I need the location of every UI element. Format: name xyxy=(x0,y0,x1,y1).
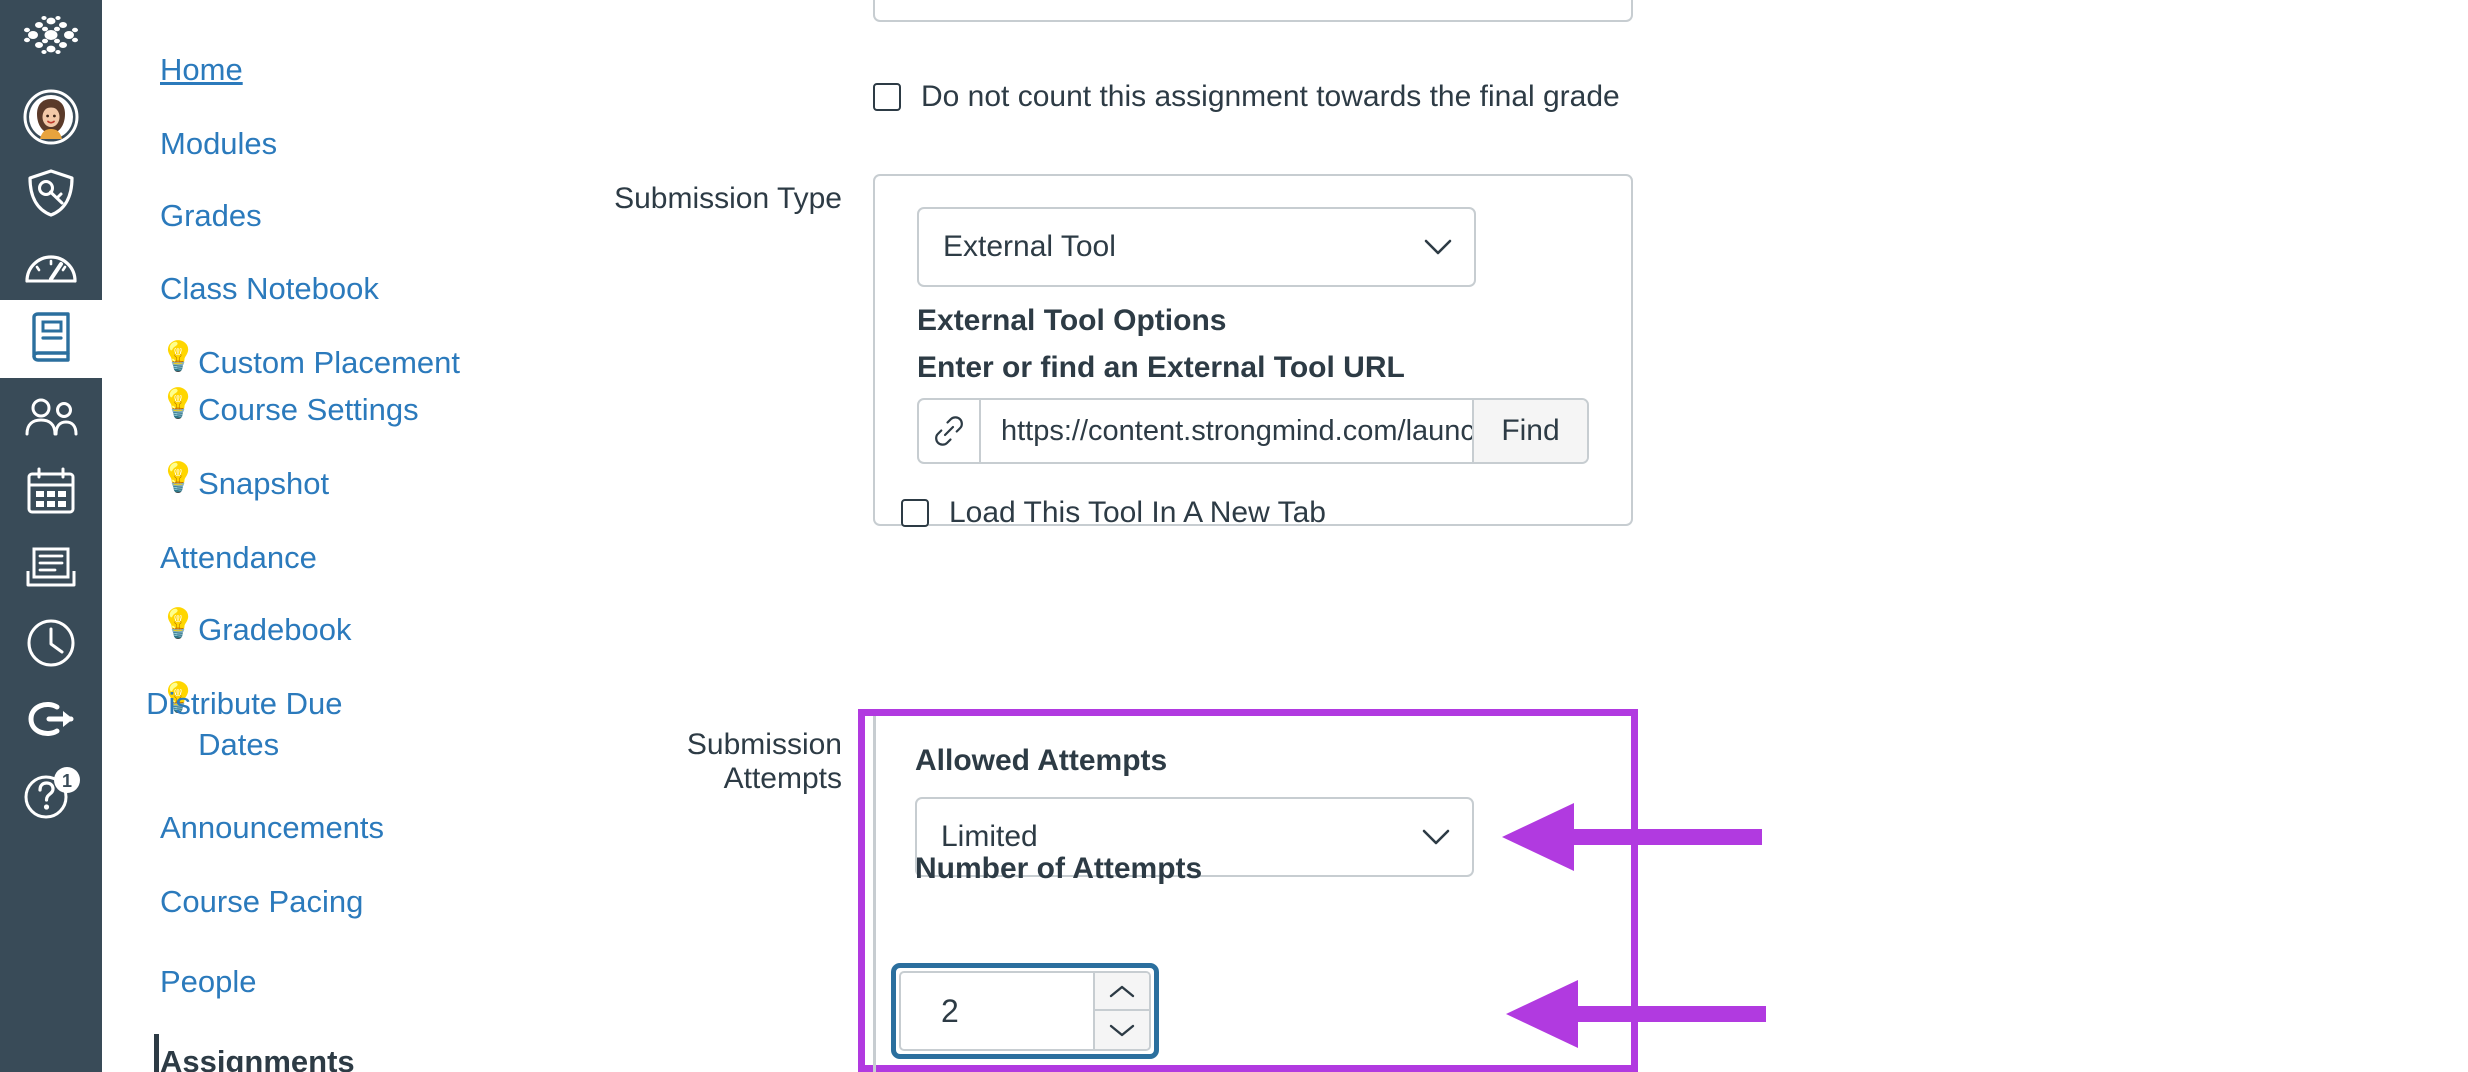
submission-type-value: External Tool xyxy=(943,230,1116,263)
link-icon-cell xyxy=(919,400,981,462)
chevron-down-icon xyxy=(1109,1024,1135,1036)
sidebar-item-label: People xyxy=(160,964,257,999)
submission-type-label: Submission Type xyxy=(614,182,842,215)
spinner-controls xyxy=(1093,973,1149,1049)
sidebar-item-label: Custom Placement xyxy=(198,345,460,380)
sidebar-item-label: Gradebook xyxy=(198,612,352,647)
inbox-icon xyxy=(26,547,76,587)
assignment-edit-form: Do not count this assignment towards the… xyxy=(542,0,2468,1072)
omit-from-final-grade-row[interactable]: Do not count this assignment towards the… xyxy=(873,80,1620,114)
global-nav-item-courses[interactable] xyxy=(0,300,102,378)
sidebar-item-label: Class Notebook xyxy=(160,271,379,306)
help-question-icon: 1 xyxy=(24,767,80,819)
course-navigation: Home Modules Grades Class Notebook 💡 Cus… xyxy=(102,0,542,1072)
sidebar-item-label: Grades xyxy=(160,198,262,233)
global-nav-item-help[interactable]: 1 xyxy=(0,756,102,834)
global-nav-item-inbox[interactable] xyxy=(0,528,102,606)
allowed-attempts-heading: Allowed Attempts xyxy=(915,744,1168,777)
help-badge-count: 1 xyxy=(62,771,72,791)
history-clock-icon xyxy=(27,619,75,667)
external-tool-url-group: https://content.strongmind.com/launc Fin… xyxy=(917,398,1589,464)
sidebar-item-announcements[interactable]: Announcements xyxy=(102,808,542,849)
sidebar-item-label: Course Pacing xyxy=(160,884,364,919)
calendar-icon xyxy=(27,467,75,514)
screenshot-root: 1 Home Modules Grades Class Notebook 💡 C… xyxy=(0,0,2468,1072)
global-nav-item-admin[interactable] xyxy=(0,154,102,232)
lightbulb-icon: 💡 xyxy=(160,608,197,640)
groups-people-icon xyxy=(25,398,78,436)
canvas-logo-icon xyxy=(24,16,78,54)
points-field-partial[interactable] xyxy=(873,0,1633,22)
sidebar-item-label: Snapshot xyxy=(198,466,330,501)
chevron-down-icon xyxy=(1422,829,1450,845)
chevron-up-icon xyxy=(1109,985,1135,997)
sidebar-item-course-settings[interactable]: 💡 Course Settings xyxy=(102,390,542,431)
omit-from-final-grade-label: Do not count this assignment towards the… xyxy=(921,80,1620,113)
sidebar-item-snapshot[interactable]: 💡 Snapshot xyxy=(102,464,542,505)
callout-arrow-number-of-attempts xyxy=(1506,980,1766,1048)
external-tool-url-heading: Enter or find an External Tool URL xyxy=(917,351,1405,384)
submission-type-panel: External Tool External Tool Options Ente… xyxy=(873,174,1633,529)
spinner-increment[interactable] xyxy=(1095,973,1149,1011)
sidebar-item-modules[interactable]: Modules xyxy=(102,124,542,165)
number-of-attempts-value[interactable]: 2 xyxy=(901,973,1093,1049)
sidebar-item-label: Distribute Due Dates xyxy=(146,686,343,762)
callout-arrow-allowed-attempts xyxy=(1502,803,1762,871)
global-nav-item-history[interactable] xyxy=(0,604,102,682)
global-nav-item-canvas-logo[interactable] xyxy=(0,0,102,74)
global-nav-item-account[interactable] xyxy=(0,78,102,156)
number-of-attempts-spinner[interactable]: 2 xyxy=(891,963,1159,1059)
external-tool-options-heading: External Tool Options xyxy=(917,304,1227,337)
admin-shield-icon xyxy=(28,169,74,217)
load-in-new-tab-checkbox[interactable] xyxy=(901,499,929,527)
new-tab-row[interactable]: Load This Tool In A New Tab xyxy=(901,496,1326,530)
global-navigation: 1 xyxy=(0,0,102,1072)
sidebar-item-grades[interactable]: Grades xyxy=(102,196,542,237)
omit-from-final-grade-checkbox[interactable] xyxy=(873,83,901,111)
submission-type-select[interactable]: External Tool xyxy=(917,207,1476,287)
lightbulb-icon: 💡 xyxy=(160,341,197,373)
spinner-decrement[interactable] xyxy=(1095,1011,1149,1049)
sidebar-item-label: Announcements xyxy=(160,810,385,845)
sidebar-item-gradebook[interactable]: 💡 Gradebook xyxy=(102,610,542,651)
sidebar-item-attendance[interactable]: Attendance xyxy=(102,538,542,579)
sidebar-item-people[interactable]: People xyxy=(102,962,542,1003)
commons-icon xyxy=(28,702,74,736)
sidebar-item-course-pacing[interactable]: Course Pacing xyxy=(102,882,542,923)
sidebar-item-custom-placement[interactable]: 💡 Custom Placement xyxy=(102,343,542,384)
sidebar-item-home[interactable]: Home xyxy=(102,50,542,91)
number-of-attempts-heading: Number of Attempts xyxy=(915,852,1203,885)
chevron-down-icon xyxy=(1424,239,1452,255)
allowed-attempts-value: Limited xyxy=(941,820,1038,853)
sidebar-item-label: Course Settings xyxy=(198,392,419,427)
sidebar-item-label: Home xyxy=(160,52,243,87)
global-nav-item-groups[interactable] xyxy=(0,378,102,456)
find-button[interactable]: Find xyxy=(1472,400,1587,462)
panel-left-rule xyxy=(873,716,876,1072)
submission-attempts-label: Submission Attempts xyxy=(686,728,842,795)
courses-book-icon xyxy=(32,312,70,362)
sidebar-item-label: Assignments xyxy=(160,1044,355,1072)
global-nav-item-commons[interactable] xyxy=(0,680,102,758)
sidebar-item-class-notebook[interactable]: Class Notebook xyxy=(102,269,542,310)
global-nav-item-dashboard[interactable] xyxy=(0,228,102,306)
external-tool-url-input[interactable]: https://content.strongmind.com/launc xyxy=(981,400,1472,462)
external-tool-url-value: https://content.strongmind.com/launc xyxy=(1001,414,1472,447)
link-icon xyxy=(935,416,963,446)
lightbulb-icon: 💡 xyxy=(160,388,197,420)
sidebar-item-assignments[interactable]: Assignments xyxy=(102,1042,542,1072)
global-nav-item-calendar[interactable] xyxy=(0,452,102,530)
sidebar-item-label: Modules xyxy=(160,126,278,161)
sidebar-item-label: Attendance xyxy=(160,540,317,575)
lightbulb-icon: 💡 xyxy=(160,462,197,494)
load-in-new-tab-label: Load This Tool In A New Tab xyxy=(949,496,1326,529)
account-avatar xyxy=(23,89,79,145)
dashboard-gauge-icon xyxy=(25,255,77,283)
sidebar-item-distribute-due-dates[interactable]: 💡 Distribute Due Dates xyxy=(102,684,542,766)
